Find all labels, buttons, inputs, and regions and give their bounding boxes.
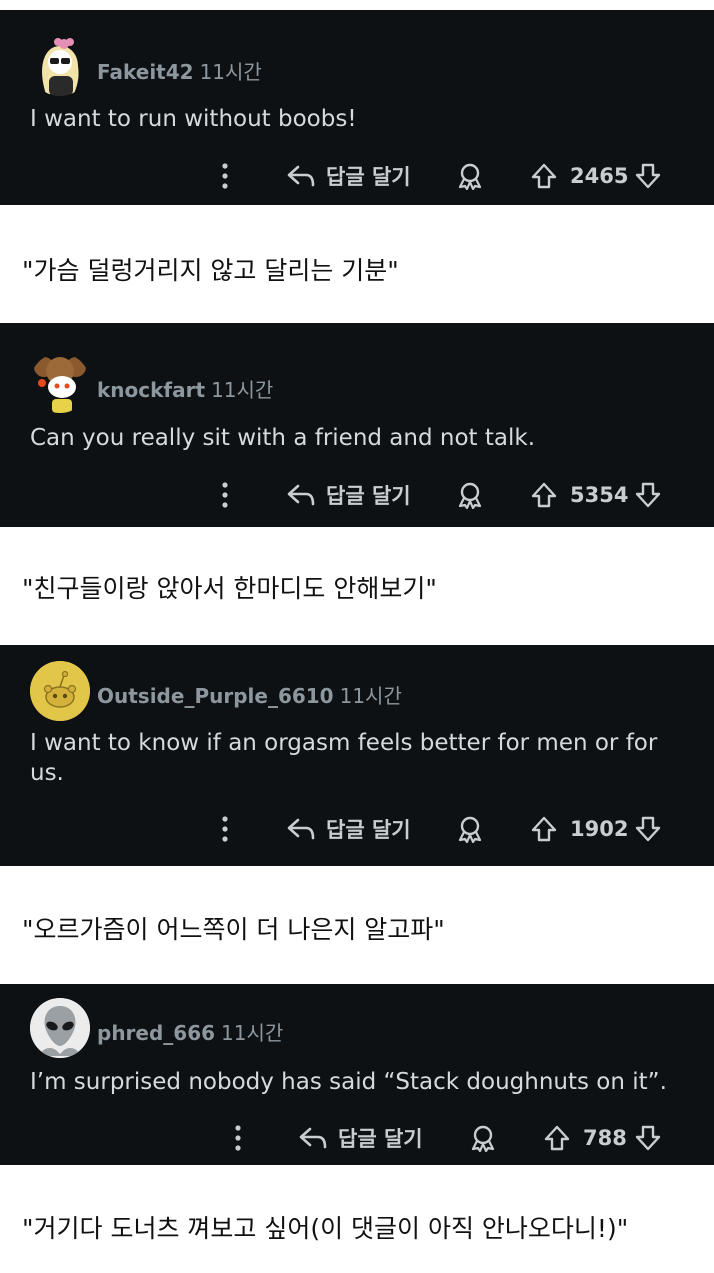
award-icon[interactable] <box>469 1124 497 1152</box>
award-icon[interactable] <box>456 481 484 509</box>
award-icon[interactable] <box>456 162 484 190</box>
username[interactable]: knockfart <box>97 378 205 402</box>
vote-count: 788 <box>583 1126 627 1150</box>
translation-block: "가슴 덜렁거리지 않고 달리는 기분" <box>0 205 714 323</box>
translation-block: "친구들이랑 앉아서 한마디도 안해보기" <box>0 527 714 645</box>
downvote-icon[interactable] <box>634 1124 662 1152</box>
translation-text: "거기다 도너츠 껴보고 싶어(이 댓글이 아직 안나오다니!)" <box>22 1214 629 1243</box>
comment-actions: 답글 달기 788 <box>0 1120 714 1156</box>
comment-actions: 답글 달기 1902 <box>0 811 714 847</box>
avatar[interactable] <box>30 353 90 413</box>
comment-card: Fakeit42 11시간 I want to run without boobs… <box>0 10 714 205</box>
timestamp: 11시간 <box>211 378 274 402</box>
downvote-icon[interactable] <box>634 162 662 190</box>
comment-card: Outside_Purple_6610 11시간 I want to know i… <box>0 645 714 866</box>
translation-text: "가슴 덜렁거리지 않고 달리는 기분" <box>22 256 399 285</box>
timestamp: 11시간 <box>339 684 402 708</box>
reply-label: 답글 달기 <box>338 1127 423 1151</box>
comment-text: Can you really sit with a friend and not… <box>30 425 536 451</box>
timestamp: 11시간 <box>199 60 262 84</box>
upvote-icon[interactable] <box>530 162 558 190</box>
award-icon[interactable] <box>456 815 484 843</box>
more-dots-icon[interactable] <box>233 1124 243 1152</box>
reply-button[interactable]: 답글 달기 <box>286 161 411 191</box>
translation-text: "오르가즘이 어느쪽이 더 나은지 알고파" <box>22 915 445 944</box>
username[interactable]: phred_666 <box>97 1021 215 1045</box>
username[interactable]: Fakeit42 <box>97 60 194 84</box>
vote-count: 1902 <box>570 817 629 841</box>
comment-text: I want to know if an orgasm feels better… <box>30 730 658 786</box>
reply-button[interactable]: 답글 달기 <box>298 1123 423 1153</box>
comment-actions: 답글 달기 5354 <box>0 477 714 513</box>
upvote-icon[interactable] <box>530 481 558 509</box>
vote-count: 5354 <box>570 483 629 507</box>
more-dots-icon[interactable] <box>220 481 230 509</box>
downvote-icon[interactable] <box>634 815 662 843</box>
upvote-icon[interactable] <box>530 815 558 843</box>
reply-label: 답글 달기 <box>326 818 411 842</box>
reply-arrow-icon <box>286 163 316 189</box>
timestamp: 11시간 <box>221 1021 284 1045</box>
avatar[interactable] <box>30 661 90 721</box>
comment-text: I want to run without boobs! <box>30 106 357 132</box>
reply-arrow-icon <box>286 816 316 842</box>
translation-block: "거기다 도너츠 껴보고 싶어(이 댓글이 아직 안나오다니!)" <box>0 1165 714 1273</box>
translation-text: "친구들이랑 앉아서 한마디도 안해보기" <box>22 574 437 603</box>
reply-button[interactable]: 답글 달기 <box>286 814 411 844</box>
more-dots-icon[interactable] <box>220 815 230 843</box>
reply-arrow-icon <box>298 1125 328 1151</box>
avatar[interactable] <box>30 998 90 1058</box>
more-dots-icon[interactable] <box>220 162 230 190</box>
vote-count: 2465 <box>570 164 629 188</box>
comment-card: phred_666 11시간 I’m surprised nobody has s… <box>0 984 714 1165</box>
username[interactable]: Outside_Purple_6610 <box>97 684 334 708</box>
reply-arrow-icon <box>286 482 316 508</box>
translation-block: "오르가즘이 어느쪽이 더 나은지 알고파" <box>0 866 714 984</box>
avatar[interactable] <box>30 36 90 96</box>
reply-label: 답글 달기 <box>326 165 411 189</box>
reply-button[interactable]: 답글 달기 <box>286 480 411 510</box>
comment-text: I’m surprised nobody has said “Stack dou… <box>30 1069 667 1095</box>
downvote-icon[interactable] <box>634 481 662 509</box>
comment-card: knockfart 11시간 Can you really sit with a … <box>0 323 714 527</box>
comment-actions: 답글 달기 2465 <box>0 158 714 194</box>
upvote-icon[interactable] <box>543 1124 571 1152</box>
reply-label: 답글 달기 <box>326 484 411 508</box>
